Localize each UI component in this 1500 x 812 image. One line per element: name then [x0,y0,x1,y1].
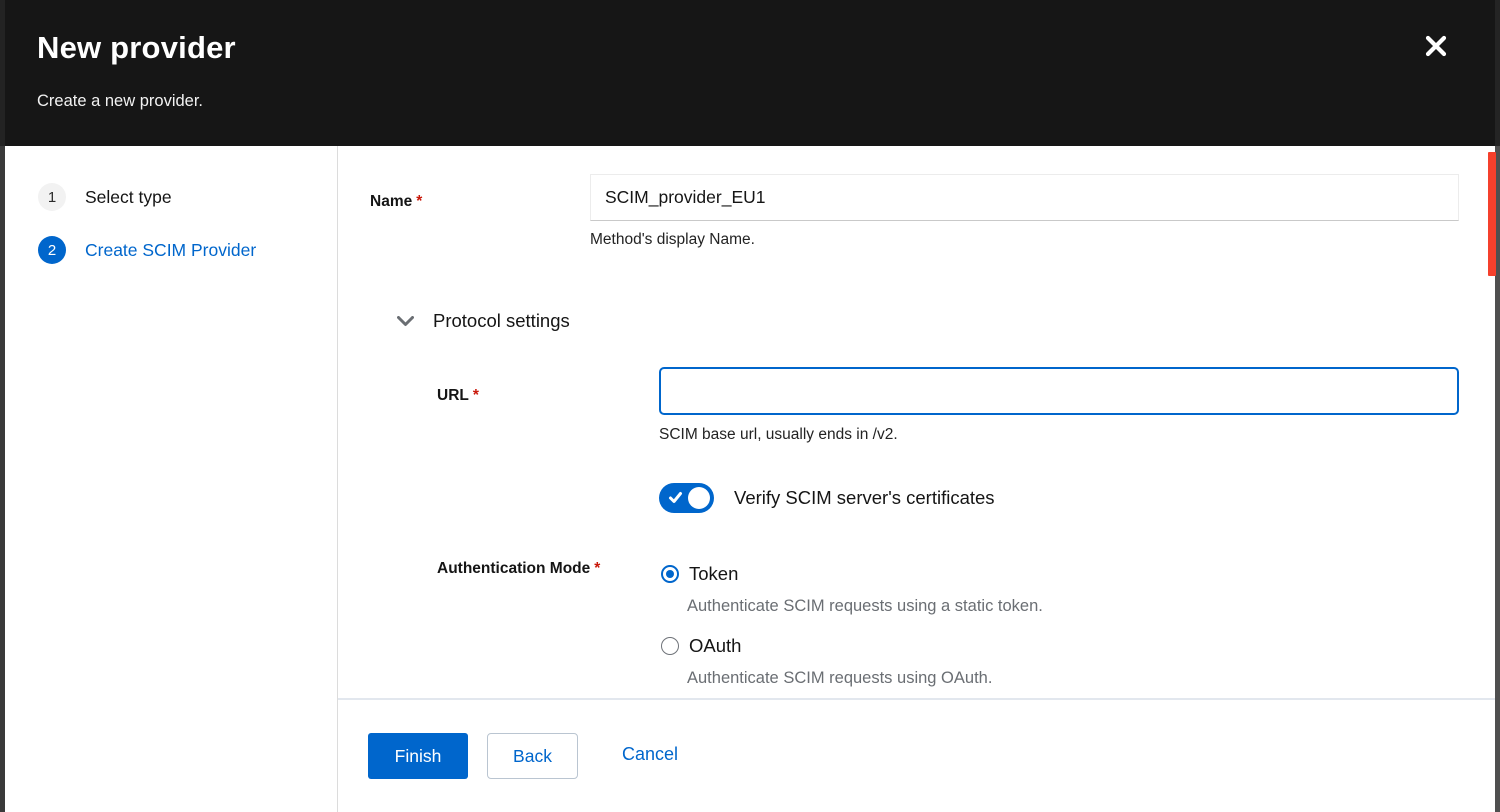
back-button[interactable]: Back [487,733,578,779]
chevron-down-icon [397,316,414,327]
name-input[interactable] [590,174,1459,221]
close-button[interactable] [1418,28,1454,64]
verify-certificates-row: Verify SCIM server's certificates [659,483,995,513]
required-marker: * [473,387,479,404]
required-marker: * [594,560,600,577]
auth-mode-option-token[interactable]: Token [661,563,738,585]
radio-option-label: OAuth [689,635,741,657]
radio-option-label: Token [689,563,738,585]
footer-divider [338,698,1495,700]
url-input[interactable] [659,367,1459,415]
check-icon [668,490,683,505]
toggle-knob [688,487,710,509]
verify-certificates-toggle[interactable] [659,483,714,513]
page-title: New provider [37,30,236,66]
name-field-label: Name* [370,193,422,211]
protocol-settings-label: Protocol settings [433,310,570,332]
step-number-badge: 1 [38,183,66,211]
token-option-description: Authenticate SCIM requests using a stati… [687,597,1043,616]
scrollbar-thumb[interactable] [1488,152,1496,276]
authentication-mode-label: Authentication Mode* [437,560,600,578]
auth-mode-option-oauth[interactable]: OAuth [661,635,741,657]
finish-button[interactable]: Finish [368,733,468,779]
required-marker: * [416,193,422,210]
verify-certificates-label: Verify SCIM server's certificates [734,487,995,509]
url-helper-text: SCIM base url, usually ends in /v2. [659,426,898,444]
close-icon [1425,35,1447,57]
step-number-badge: 2 [38,236,66,264]
wizard-step-create-scim-provider[interactable]: 2 Create SCIM Provider [38,236,256,264]
modal-subtitle: Create a new provider. [37,92,203,111]
wizard-step-select-type[interactable]: 1 Select type [38,183,172,211]
modal-header: New provider Create a new provider. [0,0,1500,146]
name-helper-text: Method's display Name. [590,231,755,249]
cancel-button[interactable]: Cancel [622,744,678,765]
new-provider-modal: New provider Create a new provider. 1 Se… [0,0,1500,812]
oauth-option-description: Authenticate SCIM requests using OAuth. [687,669,992,688]
provider-form: Name* Method's display Name. Protocol se… [338,146,1495,812]
protocol-settings-group-toggle[interactable]: Protocol settings [397,310,570,332]
scrollbar-track[interactable] [1495,0,1500,812]
radio-unselected-icon[interactable] [661,637,679,655]
step-label: Select type [85,187,172,208]
step-label: Create SCIM Provider [85,240,256,261]
background-page-left-edge [0,0,5,812]
url-field-label: URL* [437,387,479,405]
wizard-step-nav: 1 Select type 2 Create SCIM Provider [5,146,338,812]
radio-selected-icon[interactable] [661,565,679,583]
